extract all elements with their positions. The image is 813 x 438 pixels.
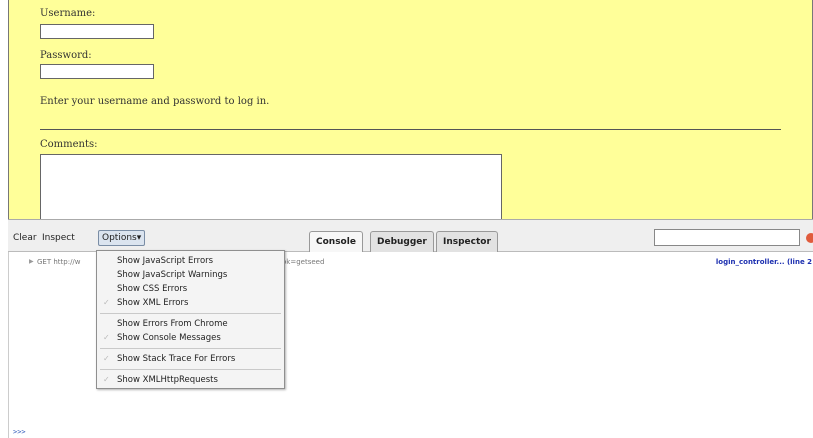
check-icon: ✓ — [103, 298, 110, 307]
username-label: Username: — [40, 8, 96, 19]
menu-separator — [100, 369, 281, 370]
menu-item-show-js-warnings[interactable]: Show JavaScript Warnings — [97, 268, 284, 282]
menu-item-show-console-messages[interactable]: ✓ Show Console Messages — [97, 331, 284, 345]
menu-item-show-js-errors[interactable]: Show JavaScript Errors — [97, 254, 284, 268]
tab-inspector[interactable]: Inspector — [436, 231, 498, 253]
menu-item-label: Show Stack Trace For Errors — [117, 354, 236, 364]
divider — [40, 129, 781, 130]
command-prompt[interactable]: >>> — [13, 428, 26, 436]
menu-item-label: Show XMLHttpRequests — [117, 375, 218, 385]
menu-item-label: Show JavaScript Errors — [117, 256, 214, 266]
menu-separator — [100, 313, 281, 314]
menu-item-label: Show Console Messages — [117, 333, 221, 343]
menu-separator — [100, 348, 281, 349]
devtools-toolbar: Clear Inspect Options▾ Console Debugger … — [8, 219, 813, 253]
tab-console[interactable]: Console — [309, 231, 363, 253]
check-icon: ✓ — [103, 333, 110, 342]
login-instructions: Enter your username and password to log … — [40, 96, 270, 107]
menu-item-show-css-errors[interactable]: Show CSS Errors — [97, 282, 284, 296]
password-label: Password: — [40, 50, 92, 61]
menu-item-show-chrome-errors[interactable]: Show Errors From Chrome — [97, 317, 284, 331]
check-icon: ✓ — [103, 375, 110, 384]
close-icon[interactable] — [806, 233, 813, 243]
menu-item-label: Show JavaScript Warnings — [117, 270, 228, 280]
log-source-link[interactable]: login_controller... (line 2 — [716, 258, 812, 266]
menu-item-label: Show Errors From Chrome — [117, 319, 228, 329]
login-page: Username: Password: Enter your username … — [8, 0, 813, 219]
menu-item-label: Show XML Errors — [117, 298, 189, 308]
clear-button[interactable]: Clear — [13, 233, 37, 243]
menu-item-show-xml-errors[interactable]: ✓ Show XML Errors — [97, 296, 284, 310]
comments-textarea[interactable] — [40, 154, 502, 219]
log-request-url: GET http://w — [37, 258, 81, 266]
search-input[interactable] — [654, 229, 800, 246]
inspect-button[interactable]: Inspect — [42, 233, 75, 243]
tab-debugger[interactable]: Debugger — [370, 231, 434, 253]
menu-item-show-xhr[interactable]: ✓ Show XMLHttpRequests — [97, 373, 284, 387]
log-request-query: ok=getseed — [282, 258, 325, 266]
check-icon: ✓ — [103, 354, 110, 363]
options-menu: Show JavaScript Errors Show JavaScript W… — [96, 250, 285, 389]
menu-item-show-stack-trace[interactable]: ✓ Show Stack Trace For Errors — [97, 352, 284, 366]
options-button[interactable]: Options▾ — [98, 230, 146, 246]
password-field[interactable] — [40, 64, 154, 79]
menu-item-label: Show CSS Errors — [117, 284, 188, 294]
comments-label: Comments: — [40, 139, 98, 150]
username-field[interactable] — [40, 24, 154, 39]
expand-arrow-icon[interactable]: ▶ — [29, 258, 34, 265]
